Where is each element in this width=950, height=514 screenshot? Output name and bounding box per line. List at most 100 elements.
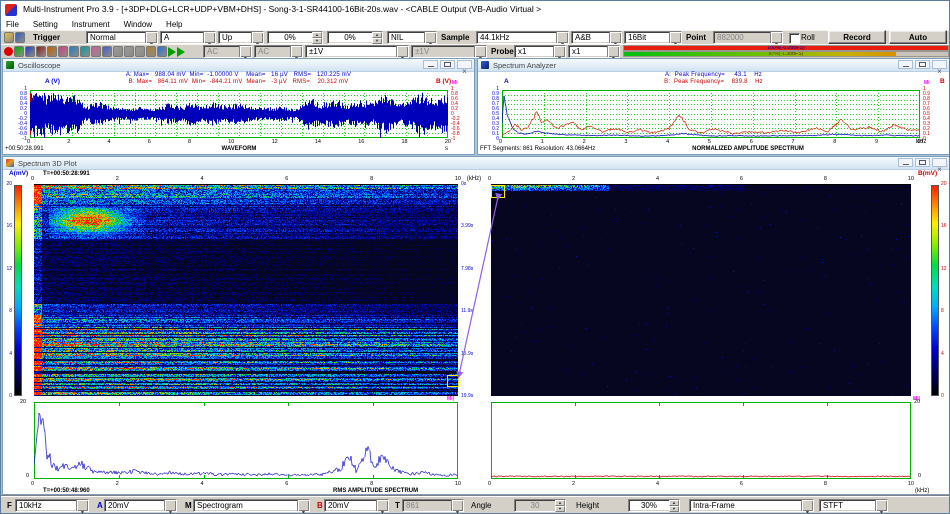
- chevron-down-icon[interactable]: [424, 32, 436, 43]
- rms-title: RMS AMPLITUDE SPECTRUM: [333, 488, 418, 494]
- hpf-select[interactable]: NIL: [387, 31, 437, 44]
- spectrum-analyzer-panel-icon: [481, 61, 489, 69]
- chevron-down-icon[interactable]: [251, 32, 263, 43]
- sound-volume-icon[interactable]: [157, 46, 167, 57]
- chevron-down-icon[interactable]: [609, 32, 621, 43]
- record-icon[interactable]: [4, 47, 13, 56]
- frame-mode-select[interactable]: Intra-Frame: [689, 499, 814, 512]
- trigger-mode-select[interactable]: Normal: [86, 31, 158, 44]
- bit-depth-select[interactable]: 16Bit: [624, 31, 682, 44]
- close-icon[interactable]: [457, 60, 472, 69]
- calibration-icon[interactable]: [146, 46, 156, 57]
- close-icon[interactable]: [932, 158, 947, 167]
- mode-label: M: [185, 501, 192, 510]
- osc-marker-label[interactable]: Mi: [452, 81, 458, 86]
- maximize-icon[interactable]: [440, 60, 455, 69]
- chevron-down-icon[interactable]: [556, 32, 568, 43]
- tick-label: 12: [272, 139, 278, 145]
- chevron-down-icon[interactable]: [875, 500, 887, 511]
- minimize-icon[interactable]: [423, 60, 438, 69]
- spectrum-3d-panel-titlebar[interactable]: Spectrum 3D Plot: [3, 157, 949, 170]
- spin-down-icon[interactable]: ▼: [669, 506, 679, 512]
- angle-label: Angle: [471, 501, 491, 510]
- chevron-down-icon[interactable]: [297, 500, 309, 511]
- trigger-edge-select[interactable]: Up: [218, 31, 264, 44]
- chevron-down-icon[interactable]: [203, 32, 215, 43]
- spectrum-analyzer-panel-titlebar[interactable]: Spectrum Analyzer: [478, 59, 949, 72]
- sample-rate-select[interactable]: 44.1kHz: [476, 31, 569, 44]
- spec-marker-label[interactable]: Mi: [924, 81, 930, 86]
- tick-label: 3.99s: [461, 224, 473, 229]
- amplitude-b-select[interactable]: 20mV: [324, 499, 389, 512]
- run-stop-icon[interactable]: [14, 46, 24, 57]
- chevron-down-icon[interactable]: [607, 46, 619, 57]
- menu-item-help[interactable]: Help: [166, 20, 182, 29]
- probe-a-select[interactable]: x1: [514, 45, 566, 58]
- device-test-plan-icon[interactable]: [91, 46, 101, 57]
- zoom-a-icon[interactable]: [124, 46, 134, 57]
- osc-y-axis-left: 10.80.60.40.20-0.2-0.4-0.6-0.8-1: [11, 87, 27, 140]
- spectrum-3d-plot-icon[interactable]: [58, 46, 68, 57]
- osc-x-axis: 02468101214161820: [27, 139, 451, 145]
- spectrum-3d-plot-panel: Spectrum 3D Plot A(mV) T=+00:50:28:991 B…: [2, 156, 950, 495]
- maximize-icon[interactable]: [915, 158, 930, 167]
- data-logger-icon[interactable]: [69, 46, 79, 57]
- close-icon[interactable]: [932, 60, 947, 69]
- title-bar[interactable]: Multi-Instrument Pro 3.9 - [+3DP+DLG+LCR…: [1, 1, 949, 20]
- trigger-level-spinner[interactable]: 0%▲▼: [267, 31, 323, 44]
- tick-label: -1: [451, 137, 455, 142]
- transform-select[interactable]: STFT: [819, 499, 888, 512]
- minimize-icon[interactable]: [898, 60, 913, 69]
- chevron-down-icon[interactable]: [76, 500, 88, 511]
- selection-box-target[interactable]: [491, 185, 505, 198]
- maximize-icon[interactable]: [915, 60, 930, 69]
- pause-icon[interactable]: [113, 46, 123, 57]
- chevron-down-icon[interactable]: [145, 32, 157, 43]
- spectrum-stats-b: B: Peak Frequency= 839.8 Hz: [478, 79, 949, 85]
- chevron-down-icon[interactable]: [669, 32, 681, 43]
- plot-mode-select[interactable]: Spectrogram: [193, 499, 310, 512]
- spec-axis-label-b: B: [940, 78, 945, 85]
- tick-label: 6: [750, 139, 753, 145]
- spec-x-unit: kHz: [916, 139, 926, 145]
- oscilloscope-panel-titlebar[interactable]: Oscilloscope: [3, 59, 474, 72]
- signal-generator-icon[interactable]: [80, 46, 90, 57]
- play-icon[interactable]: [168, 47, 176, 57]
- chevron-down-icon[interactable]: [553, 46, 565, 57]
- tick-label: 2: [67, 139, 70, 145]
- channels-select[interactable]: A&B: [571, 31, 622, 44]
- menu-item-window[interactable]: Window: [124, 20, 152, 29]
- lcr-meter-icon[interactable]: [102, 46, 112, 57]
- open-file-icon[interactable]: [4, 32, 14, 43]
- level-meter-b: 87%(-1.3dBFS): [623, 51, 949, 57]
- minimize-icon[interactable]: [898, 158, 913, 167]
- tick-label: 16: [6, 224, 12, 229]
- tick-label: 2: [572, 481, 575, 487]
- frequency-range-select[interactable]: 10kHz: [15, 499, 89, 512]
- menu-item-setting[interactable]: Setting: [33, 20, 58, 29]
- play-selection-icon[interactable]: [177, 47, 185, 57]
- selection-box-source[interactable]: [447, 375, 459, 387]
- multimeter-icon[interactable]: [36, 46, 46, 57]
- chevron-down-icon[interactable]: [801, 500, 813, 511]
- range-a-select[interactable]: ±1V: [305, 45, 409, 58]
- amplitude-a-select[interactable]: 20mV: [104, 499, 177, 512]
- auto-button[interactable]: Auto: [889, 30, 947, 44]
- record-button[interactable]: Record: [828, 30, 886, 44]
- trigger-source-select[interactable]: A: [160, 31, 216, 44]
- range-b-select: ±1V: [411, 45, 487, 58]
- menu-item-file[interactable]: File: [6, 20, 19, 29]
- zoom-b-icon[interactable]: [135, 46, 145, 57]
- save-icon[interactable]: [15, 32, 25, 43]
- probe-b-select[interactable]: x1: [568, 45, 620, 58]
- menu-item-instrument[interactable]: Instrument: [72, 20, 110, 29]
- spectrum-analyzer-icon[interactable]: [47, 46, 57, 57]
- tick-label: 8: [941, 309, 944, 314]
- roll-checkbox[interactable]: [789, 33, 800, 44]
- chevron-down-icon[interactable]: [164, 500, 176, 511]
- chevron-down-icon[interactable]: [396, 46, 408, 57]
- chevron-down-icon[interactable]: [376, 500, 388, 511]
- oscilloscope-icon[interactable]: [25, 46, 35, 57]
- height-spinner[interactable]: 30%▲▼: [628, 499, 680, 512]
- trigger-delay-spinner[interactable]: 0%▲▼: [327, 31, 383, 44]
